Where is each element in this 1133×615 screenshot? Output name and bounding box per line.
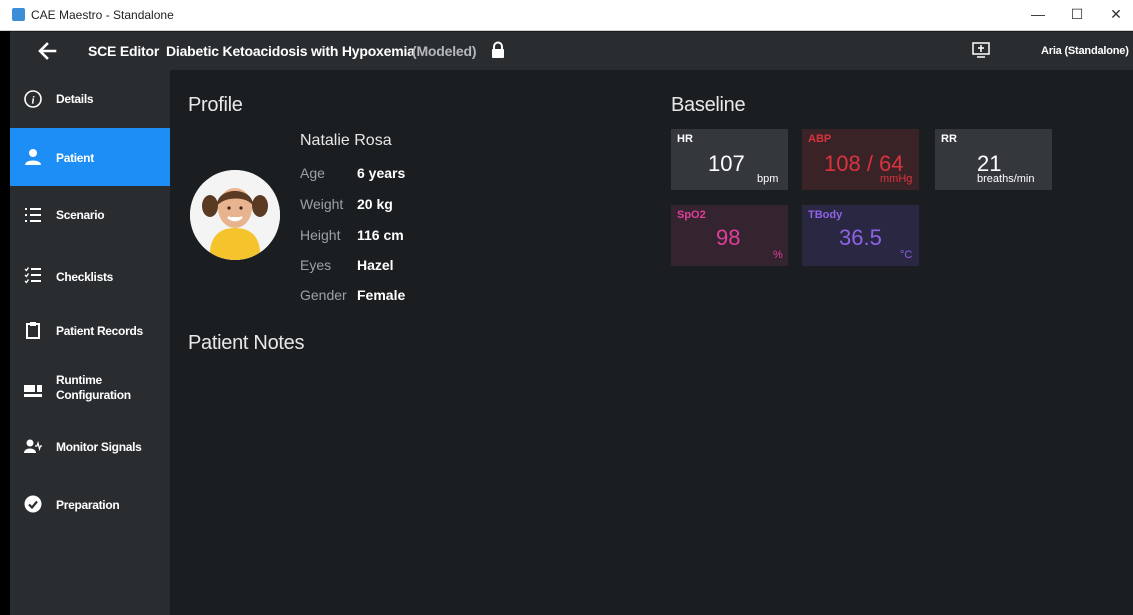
baseline-title: Baseline: [671, 94, 746, 116]
spo2-label: SpO2: [677, 209, 706, 221]
spo2-tile[interactable]: SpO2 98 %: [671, 205, 788, 266]
height-value: 116 cm: [357, 227, 404, 243]
profile-title: Profile: [188, 94, 243, 116]
age-label: Age: [300, 165, 325, 181]
minimize-button[interactable]: —: [1025, 4, 1051, 24]
list-icon: [25, 208, 41, 222]
sidebar-item-label: Patient Records: [56, 324, 143, 338]
sidebar-item-label-line2: Configuration: [56, 388, 131, 402]
patient-notes-title: Patient Notes: [188, 332, 305, 354]
checklist-icon: [24, 267, 41, 284]
sidebar-item-label: Patient: [56, 151, 94, 165]
editor-label: SCE Editor: [88, 43, 160, 59]
info-icon: i: [24, 90, 42, 108]
spo2-value: 98: [716, 225, 741, 250]
weight-value: 20 kg: [357, 196, 393, 212]
abp-label: ABP: [808, 133, 832, 145]
sidebar-item-label: Checklists: [56, 270, 114, 284]
tbody-label: TBody: [808, 209, 843, 221]
app-logo-icon: [12, 8, 25, 21]
age-value: 6 years: [357, 165, 406, 181]
abp-unit: mmHg: [880, 173, 913, 185]
layout-icon: [24, 385, 42, 397]
height-label: Height: [300, 227, 341, 243]
sidebar-item-label: Monitor Signals: [56, 440, 142, 454]
sidebar-item-preparation[interactable]: Preparation: [10, 476, 170, 534]
sidebar-item-patient-records[interactable]: Patient Records: [10, 302, 170, 360]
close-button[interactable]: ✕: [1103, 4, 1129, 24]
weight-label: Weight: [300, 196, 344, 212]
hr-label: HR: [677, 133, 693, 145]
lock-icon: [492, 41, 504, 58]
back-arrow-icon: [38, 42, 57, 60]
sidebar-item-scenario[interactable]: Scenario: [10, 186, 170, 244]
sidebar-item-label: Scenario: [56, 208, 105, 222]
abp-tile[interactable]: ABP 108 / 64 mmHg: [802, 129, 919, 190]
app-header: SCE Editor Diabetic Ketoacidosis with Hy…: [10, 32, 1133, 70]
window-title-bar: CAE Maestro - Standalone — ☐ ✕: [0, 0, 1133, 31]
gender-label: Gender: [300, 287, 347, 303]
back-button[interactable]: [34, 38, 60, 64]
avatar: [190, 170, 280, 260]
tbody-tile[interactable]: TBody 36.5 °C: [802, 205, 919, 266]
person-signal-icon: [24, 439, 42, 453]
monitor-icon[interactable]: [972, 42, 990, 58]
sidebar-item-label: Runtime: [56, 373, 102, 387]
sidebar-item-monitor-signals[interactable]: Monitor Signals: [10, 418, 170, 476]
hr-tile[interactable]: HR 107 bpm: [671, 129, 788, 190]
window-left-edge: [0, 31, 10, 615]
sidebar-item-runtime-configuration[interactable]: Runtime Configuration: [10, 360, 170, 418]
scenario-status: (Modeled): [412, 43, 477, 59]
eyes-label: Eyes: [300, 257, 332, 273]
maximize-button[interactable]: ☐: [1064, 4, 1090, 24]
main-content: Profile Natalie Rosa Age 6 years Weight …: [170, 70, 1133, 615]
hr-value: 107: [708, 151, 745, 176]
sidebar-item-patient[interactable]: Patient: [10, 128, 170, 186]
hr-unit: bpm: [757, 173, 779, 185]
eyes-value: Hazel: [357, 257, 394, 273]
spo2-unit: %: [773, 249, 783, 261]
tbody-value: 36.5: [839, 225, 882, 250]
sidebar-nav: i Details Patient Scenario Checklists Pa…: [10, 70, 170, 615]
gender-value: Female: [357, 287, 406, 303]
patient-name: Natalie Rosa: [300, 132, 392, 149]
rr-unit: breaths/min: [977, 173, 1035, 185]
person-icon: [25, 149, 41, 165]
sidebar-item-checklists[interactable]: Checklists: [10, 244, 170, 302]
scenario-title: Diabetic Ketoacidosis with Hypoxemia: [166, 43, 415, 59]
window-title: CAE Maestro - Standalone: [31, 8, 174, 22]
rr-tile[interactable]: RR 21 breaths/min: [935, 129, 1052, 190]
clipboard-icon: [26, 322, 40, 339]
sidebar-item-label: Preparation: [56, 498, 120, 512]
tbody-unit: °C: [900, 249, 913, 261]
rr-label: RR: [941, 133, 957, 145]
svg-text:i: i: [31, 95, 35, 107]
sidebar-item-details[interactable]: i Details: [10, 70, 170, 128]
sidebar-item-label: Details: [56, 92, 94, 106]
user-label[interactable]: Aria (Standalone): [1041, 45, 1129, 57]
patient-photo: [190, 170, 280, 260]
check-circle-icon: [24, 495, 42, 513]
